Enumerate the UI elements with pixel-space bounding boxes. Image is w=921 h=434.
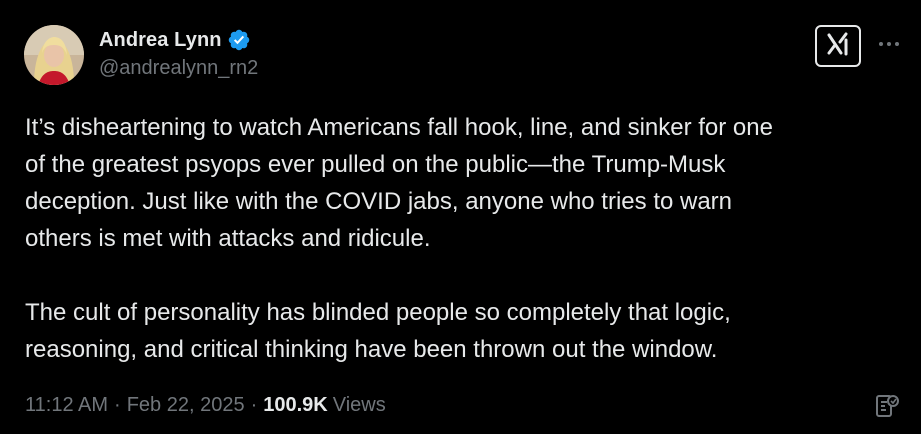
grok-button[interactable] bbox=[815, 25, 861, 67]
tweet-text: It’s disheartening to watch Americans fa… bbox=[25, 109, 905, 368]
grok-icon bbox=[823, 29, 853, 64]
tweet-paragraph-2: The cult of personality has blinded peop… bbox=[25, 299, 731, 363]
tweet-time[interactable]: 11:12 AM bbox=[25, 394, 108, 417]
tweet-date[interactable]: Feb 22, 2025 bbox=[127, 394, 245, 417]
analytics-icon bbox=[874, 392, 902, 425]
meta-separator: · bbox=[114, 394, 121, 416]
meta-separator-2: · bbox=[250, 394, 258, 416]
more-options-button[interactable] bbox=[874, 34, 904, 54]
verified-badge-icon bbox=[227, 28, 251, 52]
profile-photo bbox=[24, 25, 84, 85]
analytics-button[interactable] bbox=[873, 393, 903, 423]
tweet-paragraph-1: It’s disheartening to watch Americans fa… bbox=[25, 114, 773, 252]
tweet-meta: 11:12 AM · Feb 22, 2025 · 100.9K Views bbox=[25, 394, 386, 417]
views-label: Views bbox=[332, 394, 386, 416]
tweet: Andrea Lynn @andrealynn_rn2 It’s dishear… bbox=[0, 0, 921, 434]
author-display-name[interactable]: Andrea Lynn bbox=[99, 29, 222, 52]
views-count: 100.9K bbox=[263, 394, 328, 416]
more-options-icon bbox=[877, 35, 901, 53]
author-name-row: Andrea Lynn bbox=[99, 26, 251, 54]
avatar[interactable] bbox=[24, 25, 84, 85]
author-handle[interactable]: @andrealynn_rn2 bbox=[99, 57, 258, 80]
